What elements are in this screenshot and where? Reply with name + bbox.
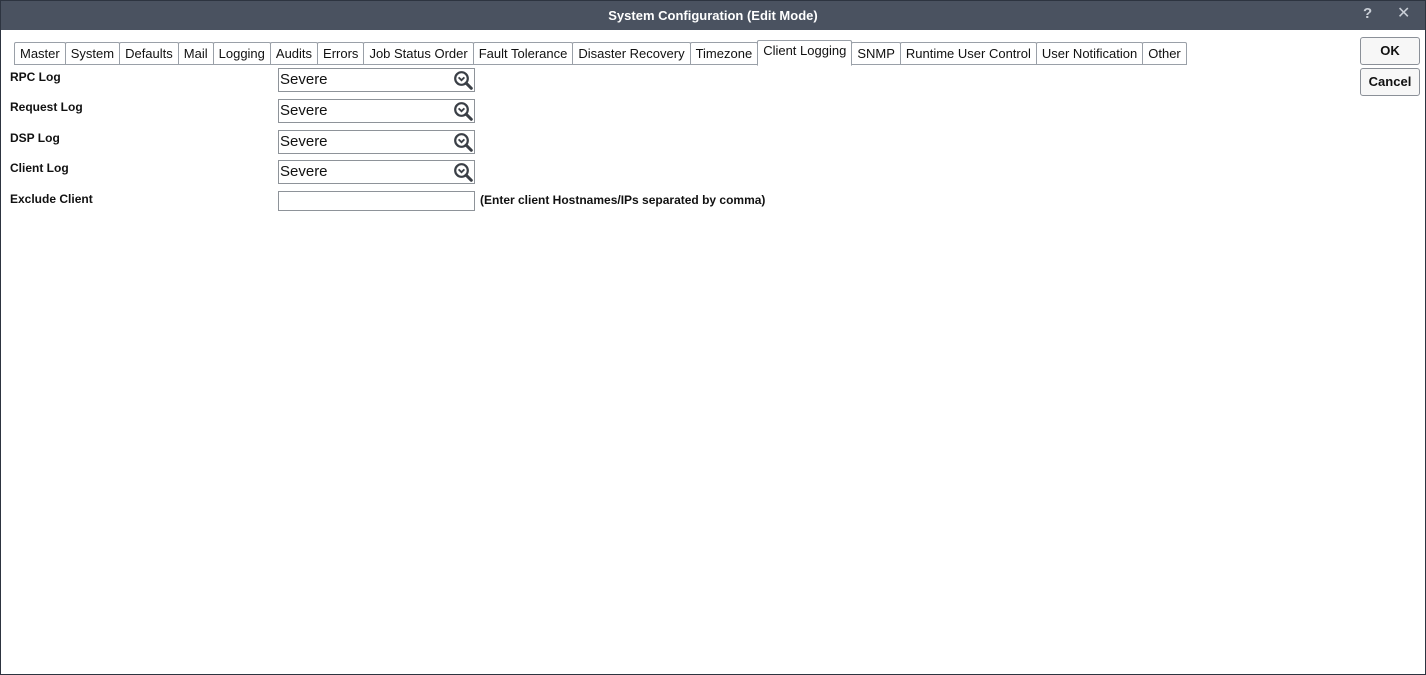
- rpc-log-label: RPC Log: [10, 70, 61, 84]
- tab-errors[interactable]: Errors: [317, 42, 365, 65]
- tab-other[interactable]: Other: [1142, 42, 1187, 65]
- tab-system[interactable]: System: [64, 42, 121, 65]
- client-log-select[interactable]: Severe: [278, 160, 475, 184]
- dsp-log-select[interactable]: Severe: [278, 130, 475, 154]
- magnifier-chevron-icon[interactable]: [453, 101, 473, 121]
- tab-logging[interactable]: Logging: [212, 42, 271, 65]
- client-log-label: Client Log: [10, 161, 69, 175]
- request-log-value: Severe: [280, 102, 328, 119]
- tab-snmp[interactable]: SNMP: [851, 42, 901, 65]
- exclude-client-label: Exclude Client: [10, 192, 93, 206]
- client-log-value: Severe: [280, 163, 328, 180]
- rpc-log-select[interactable]: Severe: [278, 68, 475, 92]
- tab-audits[interactable]: Audits: [269, 42, 319, 65]
- config-dialog: System Configuration (Edit Mode) ? ✕ Mas…: [0, 0, 1426, 675]
- ok-button[interactable]: OK: [1360, 37, 1420, 65]
- dsp-log-label: DSP Log: [10, 131, 60, 145]
- exclude-client-input[interactable]: [278, 191, 475, 211]
- tab-disaster-recovery[interactable]: Disaster Recovery: [572, 42, 691, 65]
- tab-user-notification[interactable]: User Notification: [1035, 42, 1144, 65]
- cancel-button[interactable]: Cancel: [1360, 68, 1420, 96]
- tab-defaults[interactable]: Defaults: [119, 42, 179, 65]
- dsp-log-value: Severe: [280, 133, 328, 150]
- tab-runtime-user-control[interactable]: Runtime User Control: [899, 42, 1037, 65]
- magnifier-chevron-icon[interactable]: [453, 162, 473, 182]
- rpc-log-value: Severe: [280, 71, 328, 88]
- request-log-select[interactable]: Severe: [278, 99, 475, 123]
- tab-job-status-order[interactable]: Job Status Order: [363, 42, 474, 65]
- title-bar: System Configuration (Edit Mode) ? ✕: [1, 1, 1425, 30]
- request-log-label: Request Log: [10, 100, 83, 114]
- dialog-title: System Configuration (Edit Mode): [608, 8, 818, 23]
- close-icon[interactable]: ✕: [1397, 5, 1410, 23]
- help-icon[interactable]: ?: [1363, 5, 1372, 23]
- tab-bar: Master System Defaults Mail Logging Audi…: [14, 40, 1187, 66]
- exclude-client-hint: (Enter client Hostnames/IPs separated by…: [480, 193, 766, 207]
- magnifier-chevron-icon[interactable]: [453, 70, 473, 90]
- magnifier-chevron-icon[interactable]: [453, 132, 473, 152]
- tab-client-logging[interactable]: Client Logging: [757, 40, 853, 66]
- tab-master[interactable]: Master: [14, 42, 66, 65]
- tab-timezone[interactable]: Timezone: [689, 42, 759, 65]
- tab-fault-tolerance[interactable]: Fault Tolerance: [472, 42, 574, 65]
- tab-mail[interactable]: Mail: [177, 42, 214, 65]
